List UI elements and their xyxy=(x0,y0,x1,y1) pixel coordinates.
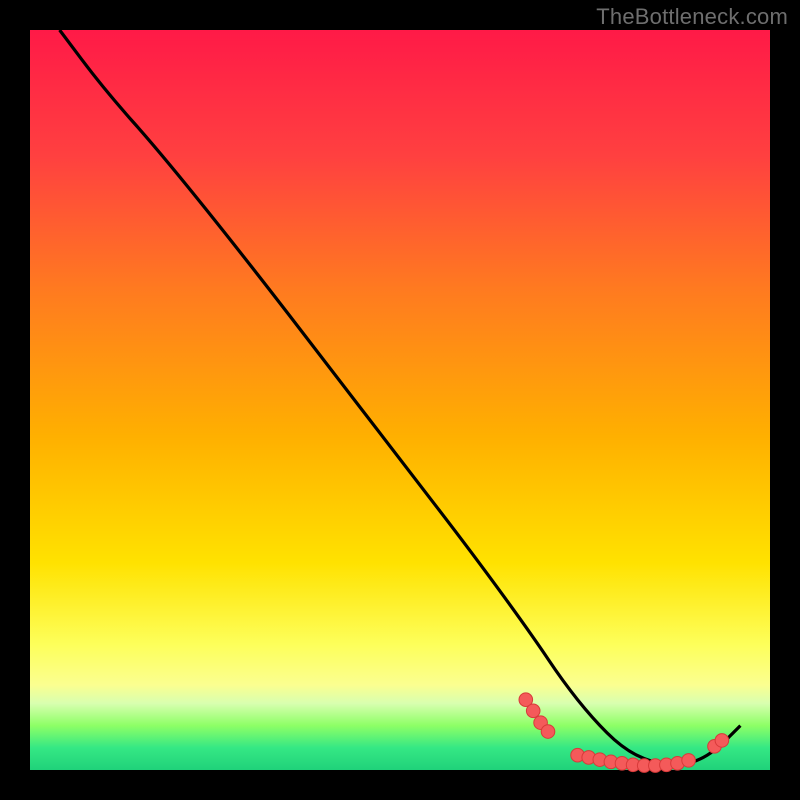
watermark-text: TheBottleneck.com xyxy=(596,4,788,30)
data-point xyxy=(682,754,696,768)
chart-frame: TheBottleneck.com xyxy=(0,0,800,800)
chart-svg xyxy=(0,0,800,800)
data-point xyxy=(526,704,540,718)
plot-gradient xyxy=(30,30,770,770)
data-point xyxy=(715,734,729,748)
data-point xyxy=(541,725,555,739)
